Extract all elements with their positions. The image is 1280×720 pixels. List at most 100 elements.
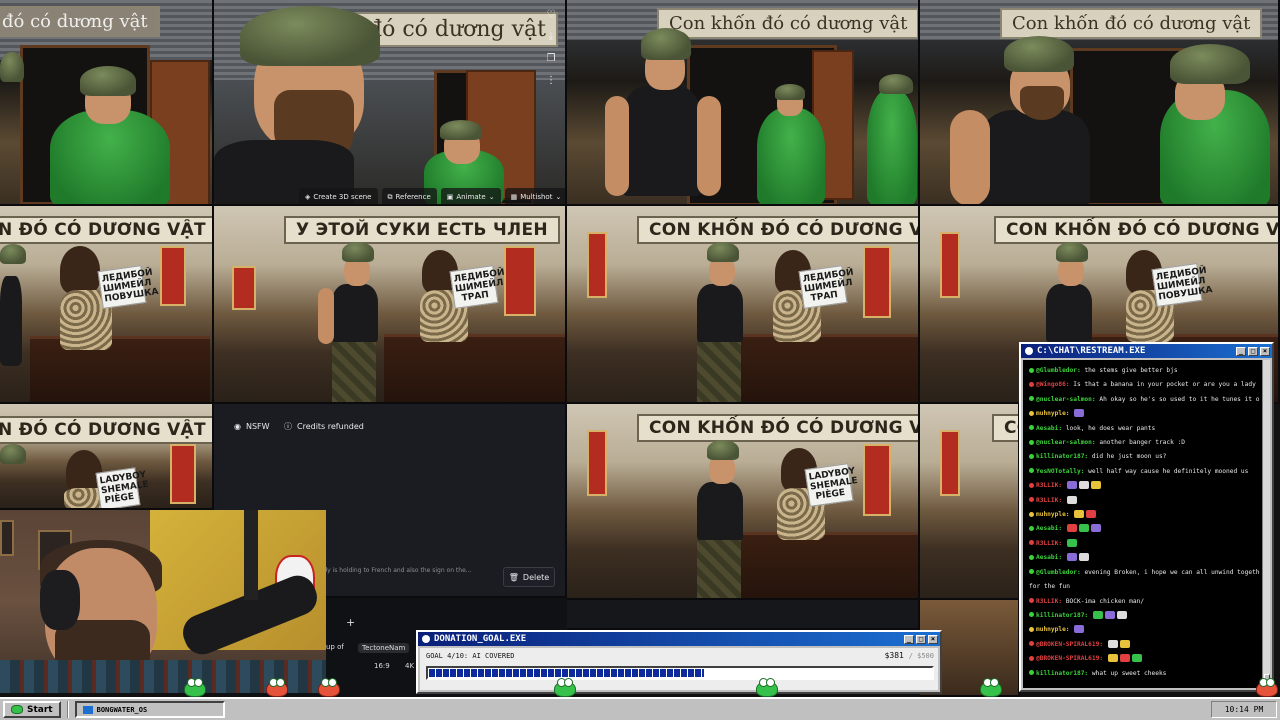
image-tile-1[interactable]: đó có dương vật [0, 0, 214, 206]
chat-username[interactable]: R3LLIK: [1036, 482, 1066, 489]
chevron-down-icon: ⌄ [488, 193, 495, 201]
window-controls: _ □ × [904, 634, 940, 644]
chat-username[interactable]: killinator187: [1036, 612, 1092, 619]
donation-window[interactable]: DONATION_GOAL.EXE _ □ × GOAL 4/10: AI CO… [416, 630, 942, 694]
copy-icon[interactable]: ❐ [543, 50, 559, 66]
chat-text: BOCK-ima chicken man/ [1065, 597, 1145, 605]
goal-amount: $381 / $500 [885, 651, 934, 660]
chat-log: @Glumbledor: the stems give better bjs @W… [1023, 360, 1270, 688]
image-tile-9[interactable]: N ĐÓ CÓ DƯƠNG VẬT LADYBOY SHEMALE PIÈGE [0, 404, 214, 510]
chat-username[interactable]: muhnyple: [1036, 626, 1073, 633]
helmet [775, 84, 805, 100]
chat-message: killinator187: did he just moon us? [1029, 450, 1260, 464]
helmet [641, 28, 691, 60]
delete-button[interactable]: 🗑 Delete [503, 567, 555, 587]
minimize-icon[interactable]: _ [904, 634, 914, 644]
desk [30, 336, 210, 402]
close-icon[interactable]: × [928, 634, 938, 644]
chat-username[interactable]: R3LLIK: [1036, 540, 1066, 547]
chat-window[interactable]: C:\CHAT\RESTREAM.EXE _ □ × @Glumbledor: … [1019, 342, 1274, 692]
minimize-icon[interactable]: _ [1236, 346, 1246, 356]
chat-username[interactable]: Aesabi: [1036, 554, 1066, 561]
maximize-icon[interactable]: □ [1248, 346, 1258, 356]
start-button[interactable]: Start [3, 701, 61, 718]
tile-sign: đó có dương vật [0, 6, 160, 37]
chat-username[interactable]: killinator187: [1036, 670, 1092, 677]
progress-fill [429, 669, 705, 677]
image-tile-2[interactable]: đó có dương vật ♡ ⤓ ❐ ⋮ ◈ Create 3D scene… [214, 0, 567, 206]
image-tile-6[interactable]: У ЭТОЙ СУКИ ЕСТЬ ЧЛЕН ЛЕДИБОЙ ШИМЕЙЛ ТРА… [214, 206, 567, 404]
trash-icon: 🗑 [508, 572, 519, 582]
tile-sign: đó có dương vật [356, 12, 559, 47]
badge-icon [1029, 482, 1034, 488]
chat-username[interactable]: @BROKEN-SPIRAL619: [1036, 655, 1107, 662]
emote-icon [1078, 481, 1089, 490]
woman-hair [60, 246, 100, 294]
helmet [0, 52, 24, 82]
image-tile-14[interactable] [567, 600, 920, 630]
amount-target: / $500 [908, 652, 934, 660]
donation-titlebar[interactable]: DONATION_GOAL.EXE _ □ × [418, 632, 940, 646]
tank-top [1046, 284, 1092, 344]
chat-username[interactable]: R3LLIK: [1036, 497, 1066, 504]
chat-username[interactable]: muhnyple: [1036, 511, 1073, 518]
username-tag: TectoneNam [358, 643, 410, 653]
resolution[interactable]: 4K [405, 662, 414, 670]
animate-label: Animate [456, 193, 486, 201]
taskbar-item-bongwater[interactable]: BONGWATER_OS [74, 701, 225, 718]
soldier-back [622, 86, 702, 196]
wall-poster [863, 246, 891, 318]
badge-icon [1029, 381, 1034, 387]
maximize-icon[interactable]: □ [916, 634, 926, 644]
helmet [240, 6, 380, 66]
chat-username[interactable]: @Glumbledor: [1036, 569, 1084, 576]
tile-sign: N ĐÓ CÓ DƯƠNG VẬT [0, 416, 212, 444]
chat-username[interactable]: @Wingo86: [1036, 381, 1073, 388]
chat-username[interactable]: Aesabi: [1036, 525, 1066, 532]
chat-text: Is that a banana in your pocket or are y… [1073, 381, 1260, 389]
chat-username[interactable]: muhnyple: [1036, 410, 1073, 417]
image-tile-3[interactable]: Con khốn đó có dương vật [567, 0, 920, 206]
plus-icon[interactable]: + [346, 616, 355, 629]
close-icon[interactable]: × [1260, 346, 1270, 356]
image-tile-5[interactable]: N ĐÓ CÓ DƯƠNG VẬT ЛЕДИБОЙ ШИМЕЙЛ ПОВУШКА [0, 206, 214, 404]
create-3d-button[interactable]: ◈ Create 3D scene [299, 188, 378, 204]
frog-icon [1256, 678, 1278, 697]
chat-username[interactable]: YesNOTotally: [1036, 468, 1088, 475]
more-icon[interactable]: ⋮ [543, 72, 559, 88]
scrollbar[interactable] [1262, 360, 1270, 688]
chat-username[interactable]: R3LLIK: [1036, 598, 1066, 605]
image-tile-7[interactable]: CON KHỐN ĐÓ CÓ DƯƠNG VẬT ЛЕДИБОЙ ШИМЕЙЛ … [567, 206, 920, 404]
emote-icon [1066, 553, 1077, 562]
badge-icon [1029, 612, 1034, 618]
link-icon: ⧉ [387, 192, 393, 201]
frog-icon [554, 678, 576, 697]
badge-icon [1029, 525, 1034, 531]
chat-username[interactable]: Aesabi: [1036, 425, 1066, 432]
chat-title: C:\CHAT\RESTREAM.EXE [1037, 346, 1146, 356]
image-tile-12[interactable]: CON [920, 404, 1020, 600]
chat-username[interactable]: killinator187: [1036, 453, 1092, 460]
task-label: BONGWATER_OS [96, 705, 148, 714]
image-tile-11[interactable]: CON KHỐN ĐÓ CÓ DƯƠNG VẬT LADYBOY SHEMALE… [567, 404, 920, 600]
multishot-button[interactable]: ▦ Multishot ⌄ [504, 188, 565, 204]
chat-message: @Wingo86: Is that a banana in your pocke… [1029, 378, 1260, 392]
chat-username[interactable]: @nuclear-salmon: [1036, 396, 1099, 403]
wall-poster [940, 430, 960, 496]
heart-icon[interactable]: ♡ [543, 6, 559, 22]
frog-icon [756, 678, 778, 697]
download-icon[interactable]: ⤓ [543, 28, 559, 44]
emote-icon [1074, 625, 1085, 634]
helmet [879, 74, 913, 94]
desk [737, 532, 918, 598]
image-tile-4[interactable]: Con khốn đó có dương vật [920, 0, 1280, 206]
reference-button[interactable]: ⧉ Reference [381, 188, 437, 204]
animate-button[interactable]: ▣ Animate ⌄ [440, 188, 501, 204]
aspect-ratio[interactable]: 16:9 [374, 662, 390, 670]
chat-username[interactable]: @Glumbledor: [1036, 367, 1084, 374]
chat-username[interactable]: @BROKEN-SPIRAL619: [1036, 641, 1107, 648]
frog-logo-icon [11, 705, 23, 714]
chat-titlebar[interactable]: C:\CHAT\RESTREAM.EXE _ □ × [1021, 344, 1272, 358]
chat-username[interactable]: @nuclear-salmon: [1036, 439, 1099, 446]
wall-poster [863, 444, 891, 516]
